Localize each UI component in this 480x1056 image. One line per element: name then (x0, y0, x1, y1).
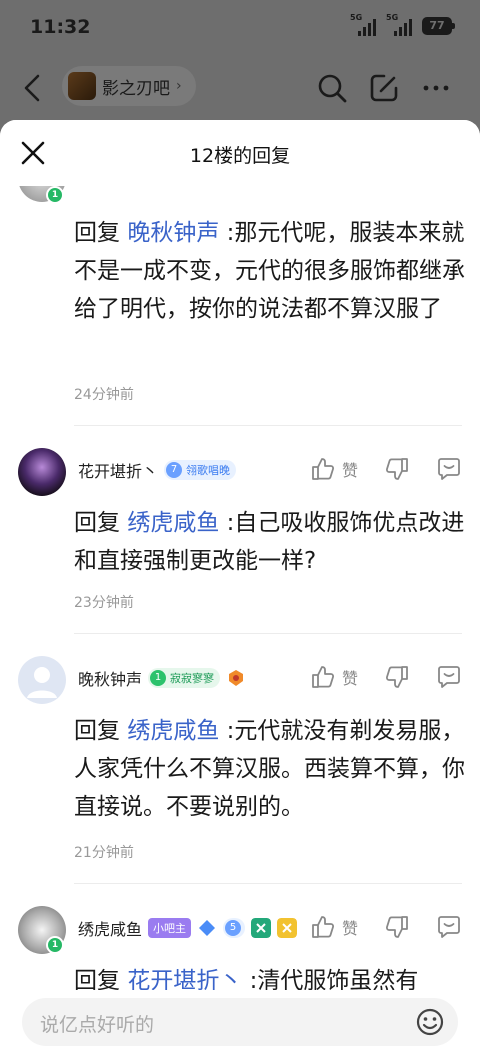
search-icon[interactable] (314, 70, 350, 106)
reply-to-link[interactable]: 绣虎咸鱼 (127, 510, 219, 536)
forum-chip[interactable]: 影之刃吧 › (62, 66, 196, 106)
reply-text[interactable]: 回复 晚秋钟声 :那元代呢，服装本来就不是一成不变，元代的很多服饰都继承给了明代… (74, 214, 466, 328)
level-badge: 5 (223, 918, 246, 938)
divider (74, 633, 462, 634)
comment-input[interactable]: 说亿点好听的 (22, 998, 458, 1046)
emoji-icon[interactable] (414, 1006, 446, 1038)
comment-icon[interactable] (436, 664, 462, 690)
level-badge-icon: 1 (46, 936, 64, 954)
input-placeholder: 说亿点好听的 (40, 1014, 155, 1036)
thumbs-up-icon (312, 666, 335, 688)
status-bar: 11:32 5G 5G 77 (0, 0, 480, 56)
username[interactable]: 晚秋钟声 (78, 666, 142, 690)
thumbs-down-icon[interactable] (384, 914, 410, 940)
avatar[interactable] (18, 448, 66, 496)
username[interactable]: 绣虎咸鱼 (78, 916, 142, 940)
like-button[interactable]: 赞 (310, 456, 358, 482)
medal-icon (277, 918, 298, 938)
status-time: 11:32 (30, 16, 91, 38)
reply-actions: 赞 (310, 914, 462, 940)
level-badge: 1 寂寂寥寥 (148, 668, 221, 688)
diamond-level-icon (199, 920, 216, 936)
signal-icon: 5G (386, 13, 412, 36)
thumbs-up-icon (312, 916, 335, 938)
avatar[interactable] (18, 656, 66, 704)
comment-input-bar: 说亿点好听的 (0, 990, 480, 1056)
sheet-title: 12楼的回复 (189, 145, 291, 167)
top-nav: 影之刃吧 › (0, 56, 480, 120)
user-row: 晚秋钟声 1 寂寂寥寥 (78, 666, 246, 690)
reply-list[interactable]: 1 回复 晚秋钟声 :那元代呢，服装本来就不是一成不变，元代的很多服饰都继承给了… (0, 120, 480, 994)
divider (74, 883, 462, 884)
sheet-header: 12楼的回复 (0, 120, 480, 186)
emblem-icon (229, 670, 244, 686)
user-row: 绣虎咸鱼 小吧主 5 (78, 916, 298, 940)
reply-to-link[interactable]: 晚秋钟声 (127, 220, 219, 246)
medal-icon (251, 918, 272, 938)
reply-text[interactable]: 回复 绣虎咸鱼 :元代就没有剃发易服，人家凭什么不算汉服。西装算不算，你直接说。… (74, 712, 466, 826)
forum-name: 影之刃吧 (102, 78, 170, 99)
status-icons: 5G 5G 77 (350, 13, 455, 36)
reply-time: 24分钟前 (74, 387, 134, 403)
thumbs-down-icon[interactable] (384, 456, 410, 482)
level-badge: 7 翎歌唱晚 (164, 460, 237, 480)
signal-icon: 5G (350, 13, 376, 36)
thumbs-up-icon (312, 458, 335, 480)
thumbs-down-icon[interactable] (384, 664, 410, 690)
divider (74, 425, 462, 426)
username[interactable]: 花开堪折丶 (78, 458, 158, 482)
edit-icon[interactable] (366, 70, 402, 106)
reply-actions: 赞 (310, 664, 462, 690)
default-avatar-icon (27, 667, 57, 698)
moderator-badge: 小吧主 (148, 918, 192, 938)
like-button[interactable]: 赞 (310, 914, 358, 940)
chevron-right-icon: › (176, 78, 182, 94)
reply-to-link[interactable]: 绣虎咸鱼 (127, 718, 219, 744)
more-icon[interactable] (418, 70, 454, 106)
level-badge-icon: 1 (46, 186, 64, 204)
reply-sheet: 12楼的回复 1 回复 晚秋钟声 :那元代呢，服装本来就不是一成不变，元代的很多… (0, 120, 480, 1056)
battery-icon: 77 (422, 17, 455, 35)
back-arrow-icon[interactable] (18, 70, 48, 106)
reply-time: 23分钟前 (74, 595, 134, 611)
comment-icon[interactable] (436, 456, 462, 482)
reply-text[interactable]: 回复 绣虎咸鱼 :自己吸收服饰优点改进和直接强制更改能一样? (74, 504, 466, 580)
reply-actions: 赞 (310, 456, 462, 482)
forum-avatar (68, 72, 96, 100)
comment-icon[interactable] (436, 914, 462, 940)
user-row: 花开堪折丶 7 翎歌唱晚 (78, 458, 237, 482)
like-button[interactable]: 赞 (310, 664, 358, 690)
reply-time: 21分钟前 (74, 845, 134, 861)
